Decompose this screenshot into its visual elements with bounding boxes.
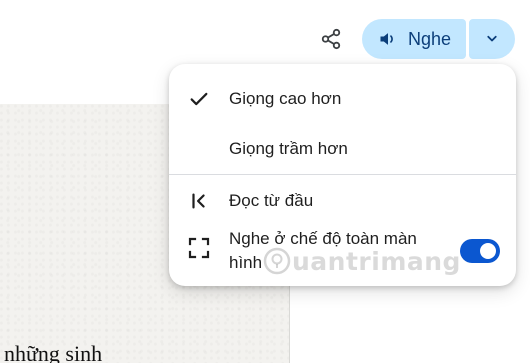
fullscreen-toggle[interactable] (460, 239, 500, 263)
lightbulb-icon (263, 247, 291, 275)
menu-item-lower-voice[interactable]: Giọng trầm hơn (169, 132, 516, 166)
menu-item-label: Giọng trầm hơn (229, 139, 348, 158)
menu-item-read-from-start[interactable]: Đọc từ đầu (169, 184, 516, 218)
share-icon (321, 28, 341, 50)
menu-item-higher-voice[interactable]: Giọng cao hơn (169, 82, 516, 116)
menu-item-label: Đọc từ đầu (229, 191, 314, 210)
share-button[interactable] (318, 26, 344, 52)
chevron-down-icon (487, 35, 497, 42)
watermark: uantrimang (262, 246, 461, 276)
speaker-icon (380, 33, 393, 45)
watermark-text: uantrimang (292, 246, 461, 276)
fullscreen-icon (187, 236, 211, 260)
document-text: những sinh (4, 341, 103, 363)
skip-to-start-icon (187, 189, 211, 213)
listen-button[interactable]: Nghe (362, 19, 466, 59)
listen-label: Nghe (408, 28, 452, 49)
menu-divider (169, 174, 516, 175)
listen-options-dropdown[interactable] (469, 19, 515, 59)
menu-item-label: Giọng cao hơn (229, 89, 342, 108)
toggle-knob (480, 243, 496, 259)
check-icon (187, 87, 211, 111)
